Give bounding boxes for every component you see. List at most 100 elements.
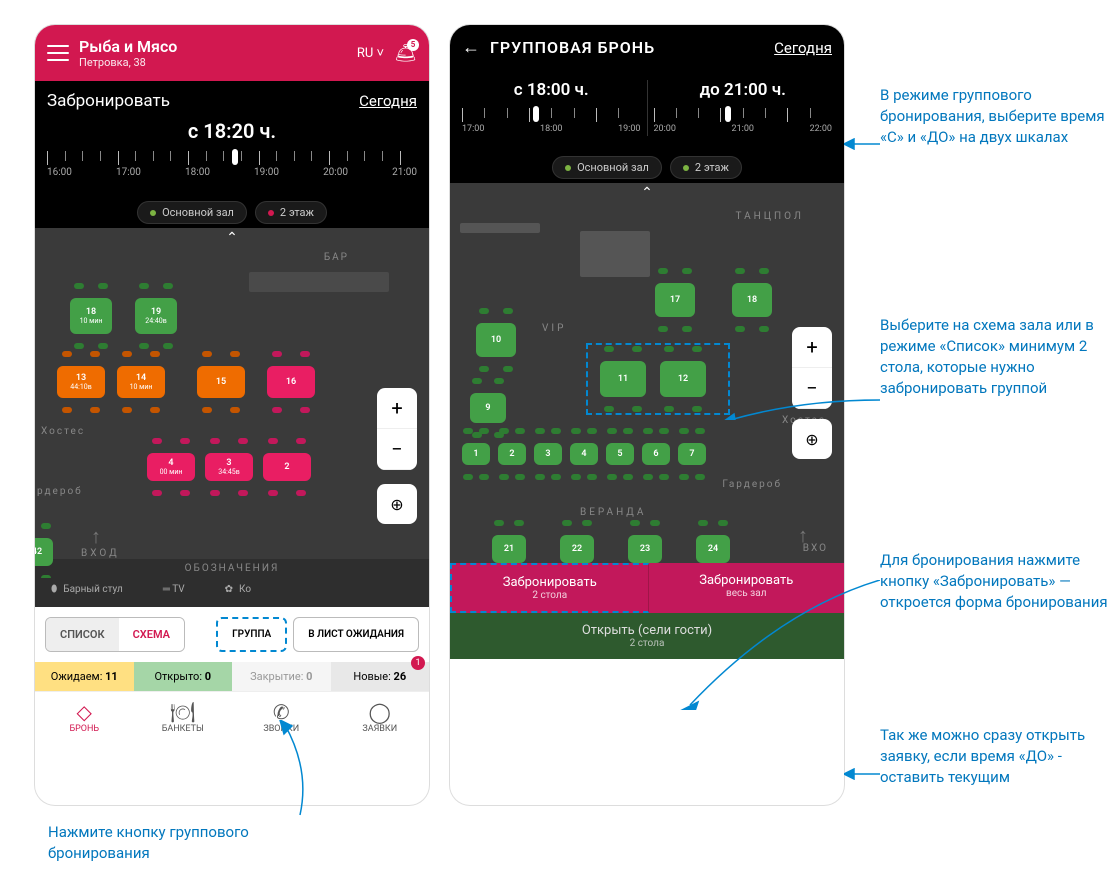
- table-23[interactable]: 23: [628, 535, 662, 563]
- to-time: до 21:00 ч.: [654, 80, 833, 100]
- collapse-icon[interactable]: ⌃: [35, 228, 429, 248]
- selected-time: с 18:20 ч.: [47, 119, 417, 143]
- search-icon: ◯: [331, 700, 430, 724]
- book-heading: Забронировать: [47, 91, 170, 111]
- address: Петровка, 38: [79, 56, 357, 69]
- dance-label: ТАНЦПОЛ: [736, 211, 805, 222]
- vip-label: VIP: [542, 323, 566, 334]
- hall-chips: Основной зал 2 этаж: [35, 191, 429, 228]
- phone-left: Рыба и Мясо Петровка, 38 RU ˅ 🛎5 Заброни…: [35, 25, 429, 805]
- stat-new[interactable]: Новые: 261: [331, 662, 430, 691]
- annotation-1: Нажмите кнопку группового бронирования: [48, 822, 278, 864]
- stat-waiting[interactable]: Ожидаем: 11: [35, 662, 134, 691]
- today-link[interactable]: Сегодня: [359, 92, 417, 110]
- header: ← ГРУППОВАЯ БРОНЬ Сегодня: [450, 25, 844, 70]
- zoom-in[interactable]: +: [377, 388, 417, 429]
- arrow: [680, 580, 880, 710]
- nav-booking[interactable]: ◇БРОНЬ: [35, 692, 134, 744]
- table-5[interactable]: 5: [606, 443, 634, 465]
- collapse-icon[interactable]: ⌃: [450, 183, 844, 203]
- table-4[interactable]: 400 мин: [147, 453, 195, 481]
- nav-requests[interactable]: ◯ЗАЯВКИ: [331, 692, 430, 744]
- book-selected-button[interactable]: Забронировать2 стола: [450, 563, 649, 613]
- table-13[interactable]: 1344:10в: [57, 366, 105, 398]
- legend-heading: ОБОЗНАЧЕНИЯ: [35, 559, 429, 578]
- lang-selector[interactable]: RU ˅: [357, 45, 384, 61]
- table-19[interactable]: 1924:40в: [135, 298, 177, 334]
- bottom-nav: ◇БРОНЬ 🍽БАНКЕТЫ ✆ЗВОНКИ ◯ЗАЯВКИ: [35, 691, 429, 744]
- view-list[interactable]: СПИСОК: [46, 618, 119, 651]
- hall-main[interactable]: Основной зал: [137, 201, 247, 224]
- entrance-label: ВХОД: [81, 548, 120, 559]
- arrow-icon: ↑: [91, 524, 101, 549]
- table-42[interactable]: 42: [35, 538, 53, 566]
- today-link[interactable]: Сегодня: [774, 39, 832, 57]
- locate-button[interactable]: ⊕: [377, 484, 417, 524]
- annotation-4: Для бронирования нажмите кнопку «Заброни…: [880, 550, 1110, 613]
- zoom-out[interactable]: −: [377, 429, 417, 470]
- table-12[interactable]: 12: [660, 361, 706, 397]
- bell-icon[interactable]: 🛎5: [394, 43, 417, 64]
- table-11[interactable]: 11: [600, 361, 646, 397]
- table-14[interactable]: 1410 мин: [117, 366, 165, 398]
- zoom-controls: + −: [377, 388, 417, 470]
- from-time: с 18:00 ч.: [462, 80, 641, 100]
- arrow: [844, 138, 880, 150]
- table-15[interactable]: 15: [197, 366, 245, 398]
- table-6[interactable]: 6: [642, 443, 670, 465]
- hostess-label: Хостес: [41, 426, 85, 437]
- table-4[interactable]: 4: [570, 443, 598, 465]
- annotation-5: Так же можно сразу открыть заявку, если …: [880, 725, 1110, 788]
- to-ruler[interactable]: 20:0021:0022:00: [654, 108, 833, 136]
- time-marker[interactable]: [232, 149, 238, 165]
- table-10[interactable]: 10: [476, 323, 516, 357]
- hall-main[interactable]: Основной зал: [552, 156, 662, 179]
- from-marker[interactable]: [533, 106, 539, 122]
- stat-closed[interactable]: Закрытие: 0: [232, 662, 331, 691]
- stats-bar: Ожидаем: 11 Открыто: 0 Закрытие: 0 Новые…: [35, 662, 429, 691]
- table-16[interactable]: 16: [267, 366, 315, 398]
- page-title: ГРУППОВАЯ БРОНЬ: [490, 38, 774, 57]
- table-3[interactable]: 334:45в: [205, 453, 253, 481]
- table-21[interactable]: 21: [492, 535, 526, 563]
- table-3[interactable]: 3: [534, 443, 562, 465]
- header: Рыба и Мясо Петровка, 38 RU ˅ 🛎5: [35, 25, 429, 81]
- table-22[interactable]: 22: [560, 535, 594, 563]
- table-9[interactable]: 9: [470, 393, 506, 423]
- table-18[interactable]: 1810 мин: [70, 298, 112, 334]
- table-1[interactable]: 1: [462, 443, 490, 465]
- table-18[interactable]: 18: [732, 283, 772, 317]
- stat-open[interactable]: Открыто: 0: [134, 662, 233, 691]
- view-toggle: СПИСОК СХЕМА: [45, 617, 185, 652]
- arrow-icon: ↑: [798, 523, 808, 548]
- waitlist-button[interactable]: В ЛИСТ ОЖИДАНИЯ: [293, 617, 419, 652]
- table-2[interactable]: 2: [263, 453, 311, 481]
- zoom-in[interactable]: +: [792, 327, 832, 368]
- garderobe-label: Гардероб: [722, 479, 782, 490]
- app-title: Рыба и Мясо: [79, 37, 357, 56]
- legend: ⬮ Барный стул ═ TV ✿ Ко: [35, 578, 429, 607]
- nav-banquets[interactable]: 🍽БАНКЕТЫ: [134, 692, 233, 744]
- table-24[interactable]: 24: [696, 535, 730, 563]
- hall-floor2[interactable]: 2 этаж: [255, 201, 327, 224]
- time-ruler[interactable]: 16:0017:0018:0019:0020:0021:00: [47, 151, 417, 181]
- from-ruler[interactable]: 17:0018:0019:00: [462, 108, 641, 136]
- locate-button[interactable]: ⊕: [792, 419, 832, 459]
- menu-icon[interactable]: [47, 45, 69, 61]
- group-button[interactable]: ГРУППА: [216, 617, 287, 652]
- table-7[interactable]: 7: [678, 443, 706, 465]
- action-buttons: СПИСОК СХЕМА ГРУППА В ЛИСТ ОЖИДАНИЯ: [35, 607, 429, 662]
- bar-label: БАР: [324, 252, 349, 263]
- garderobe-label: Гардероб: [35, 486, 83, 497]
- hall-floor2[interactable]: 2 этаж: [670, 156, 742, 179]
- to-marker[interactable]: [725, 106, 731, 122]
- arrow: [720, 380, 880, 420]
- floor-plan[interactable]: БАР Хостес Гардероб ВХОД ↑ + − ⊕ ОБОЗНАЧ…: [35, 248, 429, 578]
- annotation-2: В режиме группового бронирования, выбери…: [880, 85, 1110, 148]
- back-icon[interactable]: ←: [462, 37, 480, 58]
- table-17[interactable]: 17: [655, 283, 695, 317]
- banquet-icon: 🍽: [134, 700, 233, 724]
- table-2[interactable]: 2: [498, 443, 526, 465]
- veranda-label: ВЕРАНДА: [580, 507, 646, 518]
- view-scheme[interactable]: СХЕМА: [119, 618, 184, 651]
